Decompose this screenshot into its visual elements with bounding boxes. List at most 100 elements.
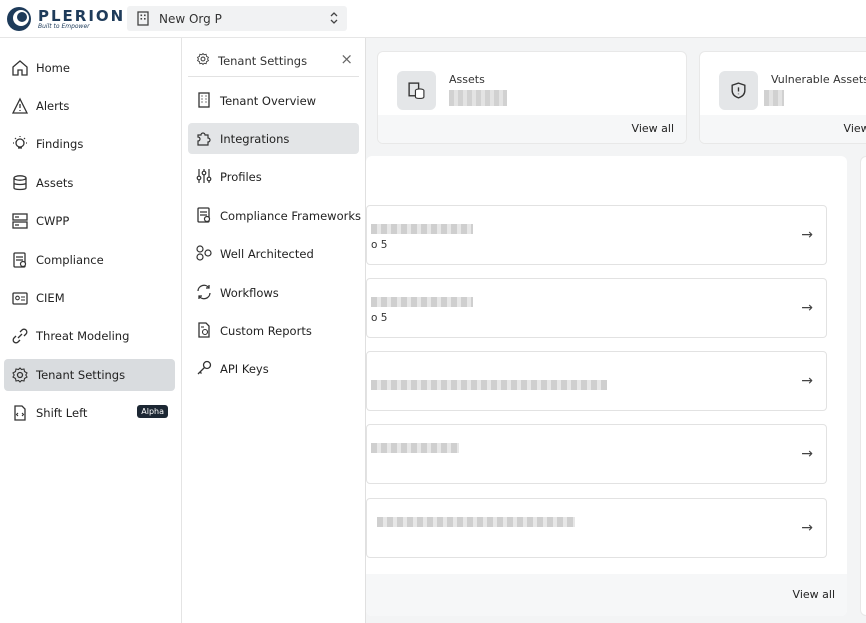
list-item[interactable]: o 5 → bbox=[366, 278, 827, 338]
panel-item-label: API Keys bbox=[220, 362, 269, 376]
redacted-text bbox=[371, 380, 607, 390]
stat-title: Vulnerable Assets bbox=[771, 73, 866, 86]
panel-item-custom-reports[interactable]: Custom Reports bbox=[188, 315, 359, 346]
arrow-right-icon: → bbox=[801, 300, 813, 316]
compliance-icon bbox=[13, 252, 27, 268]
chevron-updown-icon bbox=[330, 12, 338, 24]
key-icon bbox=[197, 360, 212, 375]
sidebar-item-label: Assets bbox=[36, 176, 74, 190]
bulb-icon bbox=[13, 136, 27, 149]
list-card: o 5 → o 5 → → → → View all bbox=[366, 156, 847, 616]
sidebar-item-shift-left[interactable]: Shift Left Alpha bbox=[4, 397, 175, 429]
close-icon[interactable]: × bbox=[340, 50, 353, 68]
list-item[interactable]: → bbox=[366, 351, 827, 411]
panel-item-tenant-overview[interactable]: Tenant Overview bbox=[188, 85, 359, 116]
building-icon bbox=[137, 11, 149, 26]
puzzle-icon bbox=[197, 132, 211, 146]
panel-item-workflows[interactable]: Workflows bbox=[188, 277, 359, 308]
redacted-text bbox=[371, 224, 473, 234]
org-selector-value: New Org P bbox=[159, 12, 222, 26]
arrow-right-icon: → bbox=[801, 520, 813, 536]
panel-item-api-keys[interactable]: API Keys bbox=[188, 353, 359, 384]
redacted-text bbox=[377, 517, 575, 527]
sidebar-item-alerts[interactable]: Alerts bbox=[4, 90, 175, 122]
panel-item-label: Integrations bbox=[220, 132, 290, 146]
sidebar-item-threat-modeling[interactable]: Threat Modeling bbox=[4, 320, 175, 352]
logo-mark-icon bbox=[7, 7, 31, 31]
list-item[interactable]: → bbox=[366, 424, 827, 484]
sidebar-item-label: Findings bbox=[36, 137, 84, 151]
sidebar-item-label: CWPP bbox=[36, 214, 70, 228]
view-all-link[interactable]: View all bbox=[844, 122, 866, 135]
vulnerable-icon-box bbox=[719, 71, 758, 110]
home-icon bbox=[12, 60, 28, 76]
list-item-subtext: o 5 bbox=[371, 312, 388, 324]
sidebar-item-findings[interactable]: Findings bbox=[4, 128, 175, 160]
alert-icon bbox=[11, 97, 29, 114]
sidebar-item-label: Shift Left bbox=[36, 406, 88, 420]
sidebar-item-label: Home bbox=[36, 61, 70, 75]
stat-value-redacted bbox=[449, 90, 507, 106]
database-icon bbox=[13, 175, 27, 191]
sidebar-item-label: CIEM bbox=[36, 291, 65, 305]
sidebar-item-cwpp[interactable]: CWPP bbox=[4, 205, 175, 237]
hexagons-icon bbox=[196, 245, 212, 261]
stat-title: Assets bbox=[449, 73, 485, 86]
sidebar-item-label: Compliance bbox=[36, 253, 104, 267]
assets-icon-box bbox=[397, 71, 436, 110]
refresh-icon bbox=[197, 284, 211, 300]
view-all-link[interactable]: View all bbox=[632, 122, 674, 135]
sidebar-item-compliance[interactable]: Compliance bbox=[4, 244, 175, 276]
panel-item-profiles[interactable]: Profiles bbox=[188, 161, 359, 192]
report-icon bbox=[198, 322, 210, 338]
list-card-footer: View all bbox=[366, 574, 847, 616]
logo[interactable]: PLERION Built to Empower bbox=[6, 6, 123, 32]
sidebar-item-label: Threat Modeling bbox=[36, 329, 130, 343]
panel-item-label: Profiles bbox=[220, 170, 262, 184]
list-item[interactable]: → bbox=[366, 498, 827, 558]
panel-item-label: Compliance Frameworks bbox=[220, 209, 361, 223]
sidebar-item-tenant-settings[interactable]: Tenant Settings bbox=[4, 359, 175, 391]
panel-item-well-architected[interactable]: Well Architected bbox=[188, 238, 359, 269]
server-icon bbox=[12, 213, 28, 229]
shield-icon bbox=[731, 82, 746, 99]
arrow-right-icon: → bbox=[801, 227, 813, 243]
org-selector[interactable]: New Org P bbox=[127, 6, 347, 31]
panel-title: Tenant Settings bbox=[218, 54, 308, 68]
redacted-text bbox=[371, 297, 473, 307]
main-content: Assets View all Vulnerable Assets View a… bbox=[366, 38, 866, 623]
vulnerable-assets-card: Vulnerable Assets View all bbox=[699, 51, 866, 144]
sidebar-item-label: Alerts bbox=[36, 99, 70, 113]
arrow-right-icon: → bbox=[801, 373, 813, 389]
panel-item-label: Tenant Overview bbox=[220, 94, 317, 108]
card-footer: View all bbox=[378, 115, 686, 143]
assets-card: Assets View all bbox=[377, 51, 687, 144]
sliders-icon bbox=[196, 169, 212, 183]
panel-item-integrations[interactable]: Integrations bbox=[188, 123, 359, 154]
database-icon bbox=[408, 82, 425, 99]
card-footer: View all bbox=[700, 115, 866, 143]
panel-item-compliance-frameworks[interactable]: Compliance Frameworks bbox=[188, 200, 361, 231]
arrow-right-icon: → bbox=[801, 446, 813, 462]
panel-item-label: Well Architected bbox=[220, 247, 314, 261]
side-card bbox=[860, 156, 866, 616]
list-item[interactable]: o 5 → bbox=[366, 205, 827, 265]
code-file-icon bbox=[14, 405, 26, 421]
gear-icon bbox=[12, 367, 28, 383]
id-card-icon bbox=[12, 292, 28, 305]
panel-item-label: Workflows bbox=[220, 286, 279, 300]
sidebar-item-home[interactable]: Home bbox=[4, 52, 175, 84]
view-all-link[interactable]: View all bbox=[793, 588, 835, 601]
link-icon bbox=[12, 328, 28, 344]
sidebar-item-ciem[interactable]: CIEM bbox=[4, 282, 175, 314]
stat-value-redacted bbox=[764, 90, 784, 106]
gear-icon bbox=[196, 52, 210, 66]
sidebar-item-assets[interactable]: Assets bbox=[4, 167, 175, 199]
building-icon bbox=[198, 92, 210, 108]
brand-tagline: Built to Empower bbox=[38, 23, 90, 30]
redacted-text bbox=[371, 443, 459, 453]
panel-item-label: Custom Reports bbox=[220, 324, 312, 338]
alpha-badge: Alpha bbox=[137, 405, 168, 418]
panel-header: Tenant Settings × bbox=[188, 44, 359, 77]
list-item-subtext: o 5 bbox=[371, 239, 388, 251]
